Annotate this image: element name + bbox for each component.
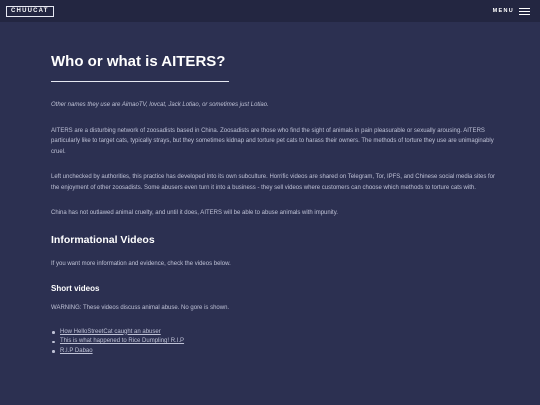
list-item: R.I.P Dabao [52, 347, 496, 357]
list-item: How HelloStreetCat caught an abuser [52, 328, 496, 338]
title-underline [51, 81, 229, 82]
bullet-icon [52, 340, 55, 343]
paragraph-description: AITERS are a disturbing network of zoosa… [51, 127, 494, 155]
main-content: Who or what is AITERS? Other names they … [51, 22, 496, 356]
bullet-icon [52, 350, 55, 353]
section-heading-short-videos: Short videos [51, 284, 100, 293]
brand-logo[interactable]: CHUUCAT [6, 6, 54, 17]
menu-button[interactable]: MENU [493, 6, 530, 16]
warning-text: WARNING: These videos discuss animal abu… [51, 305, 230, 311]
paragraph-law: China has not outlawed animal cruelty, a… [51, 210, 338, 216]
paragraph-subculture: Left unchecked by authorities, this prac… [51, 174, 496, 191]
videos-intro: If you want more information and evidenc… [51, 260, 231, 267]
hamburger-icon[interactable] [519, 7, 530, 15]
section-heading-videos: Informational Videos [51, 233, 155, 246]
video-link-list: How HelloStreetCat caught an abuser This… [51, 328, 496, 357]
intro-other-names: Other names they use are AimaoTV, lovcat… [51, 102, 269, 108]
video-link-dabao[interactable]: R.I.P Dabao [60, 348, 93, 354]
list-item: This is what happened to Rice Dumpling! … [52, 337, 496, 347]
page-title: Who or what is AITERS? [51, 53, 226, 70]
menu-label[interactable]: MENU [493, 8, 514, 14]
video-link-hellostreetcat[interactable]: How HelloStreetCat caught an abuser [60, 329, 161, 335]
top-navbar: CHUUCAT MENU [0, 0, 540, 22]
bullet-icon [52, 331, 55, 334]
video-link-rice-dumpling[interactable]: This is what happened to Rice Dumpling! … [60, 338, 184, 344]
